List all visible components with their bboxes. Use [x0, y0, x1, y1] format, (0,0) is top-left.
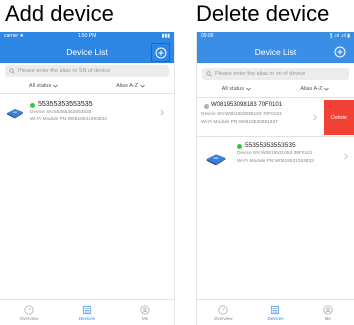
online-status-dot — [237, 144, 242, 149]
search-placeholder: Please enter the alias or sn of device — [215, 71, 306, 77]
chevron-down-icon — [140, 84, 145, 88]
nav-bar: Device List — [197, 41, 354, 63]
status-filter-label: All status — [221, 86, 244, 92]
nav-bar: Device List — [0, 41, 174, 63]
sort-label: Alias A-Z — [116, 83, 139, 89]
status-filter-dropdown[interactable]: All status — [222, 84, 251, 94]
tab-devices[interactable]: Devices — [255, 305, 295, 321]
filter-row: All status Alias A-Z — [197, 84, 354, 94]
chevron-right-icon — [313, 114, 317, 121]
signal-icons: ℥ .ııl .ııl ▮ — [329, 33, 350, 39]
divider — [0, 93, 174, 94]
online-status-dot — [30, 103, 35, 108]
bottom-tab-bar: Overview Devices Me — [0, 299, 174, 325]
tab-me-label: Me — [324, 315, 331, 321]
devices-icon — [82, 305, 92, 314]
add-device-button[interactable] — [151, 43, 170, 62]
delete-button[interactable]: Delete — [324, 100, 354, 135]
page-title: Device List — [66, 47, 108, 57]
device-sn-line: Device SN:55355353553535 — [30, 110, 92, 115]
sort-dropdown[interactable]: Alias A-Z — [300, 84, 330, 94]
page-title: Device List — [254, 47, 297, 57]
tab-overview-label: Overview — [19, 315, 39, 321]
overview-icon — [218, 305, 228, 314]
device-sn-title: 55355353553535 — [245, 142, 296, 149]
wifi-module-pn-line: Wi-Fi Module PN:W0819531053833 — [237, 159, 314, 164]
search-icon — [9, 68, 15, 74]
tab-devices-label: Devices — [78, 315, 95, 321]
tab-overview-label: Overview — [213, 315, 233, 321]
offline-status-dot — [204, 104, 209, 109]
device-sn-line: Device SN:W0819531053 38F0101 — [237, 151, 313, 156]
tab-overview[interactable]: Overview — [203, 305, 243, 321]
filter-row: All status Alias A-Z — [0, 81, 174, 91]
chevron-right-icon — [160, 109, 164, 116]
inverter-device-icon — [7, 109, 23, 119]
inverter-device-icon — [206, 154, 226, 166]
device-sn-line: Device SN:W081953098183 70F0101 — [201, 112, 282, 117]
device-list-item[interactable]: 55355353553535 Device SN:55355353553535 … — [0, 97, 174, 127]
status-bar: 09:06 ℥ .ııl .ııl ▮ — [197, 32, 354, 41]
add-device-button[interactable] — [332, 44, 348, 60]
search-placeholder: Please enter the alias or SN of device — [18, 68, 111, 74]
plus-circle-icon — [334, 46, 346, 58]
bottom-tab-bar: Overview Devices Me — [197, 299, 354, 325]
tab-me[interactable]: Me — [125, 305, 165, 321]
device-sn-title: 55355353553535 — [38, 101, 93, 108]
chevron-down-icon — [53, 84, 58, 88]
caption-add-device: Add device — [5, 1, 114, 26]
tab-devices-label: Devices — [267, 315, 284, 321]
device-list-item[interactable]: 55355353553535 Device SN:W0819531053 38F… — [197, 140, 354, 173]
profile-icon — [140, 305, 150, 314]
divider — [197, 97, 354, 98]
wifi-module-pn-line: Wi-Fi Module PN:W0819530981837 — [201, 120, 278, 125]
tab-devices[interactable]: Devices — [67, 305, 107, 321]
chevron-down-icon — [246, 87, 251, 91]
wifi-module-pn-line: Wi-Fi Module PN:W0819531053833 — [30, 117, 107, 122]
device-list-screen-add: carrier ★ 1:50 PM ▮▮▮ Device List Please… — [0, 32, 175, 325]
overview-icon — [24, 305, 34, 314]
search-input[interactable]: Please enter the alias or SN of device — [5, 65, 169, 77]
plus-circle-icon — [155, 47, 166, 58]
device-list-screen-delete: 09:06 ℥ .ııl .ııl ▮ Device List Please e… — [196, 32, 354, 325]
device-list-item-swiped[interactable]: W081953098183 70F0101 Device SN:W0819530… — [197, 100, 354, 135]
tab-me[interactable]: Me — [308, 305, 348, 321]
status-bar: carrier ★ 1:50 PM ▮▮▮ — [0, 32, 174, 41]
status-time: 09:06 — [201, 33, 214, 39]
chevron-down-icon — [324, 87, 330, 91]
chevron-right-icon — [344, 153, 348, 160]
divider — [197, 136, 354, 137]
profile-icon — [323, 305, 333, 314]
caption-delete-device: Delete device — [196, 1, 330, 26]
status-filter-dropdown[interactable]: All status — [29, 81, 58, 91]
search-input[interactable]: Please enter the alias or sn of device — [202, 68, 349, 80]
sort-label: Alias A-Z — [300, 86, 323, 92]
sort-dropdown[interactable]: Alias A-Z — [116, 81, 145, 91]
tab-me-label: Me — [141, 315, 149, 321]
device-sn-title: W081953098183 70F0101 — [211, 102, 283, 108]
status-time: 1:50 PM — [77, 33, 97, 39]
status-filter-label: All status — [28, 83, 52, 89]
tab-overview[interactable]: Overview — [9, 305, 49, 321]
search-icon — [206, 71, 212, 77]
devices-icon — [271, 305, 280, 314]
